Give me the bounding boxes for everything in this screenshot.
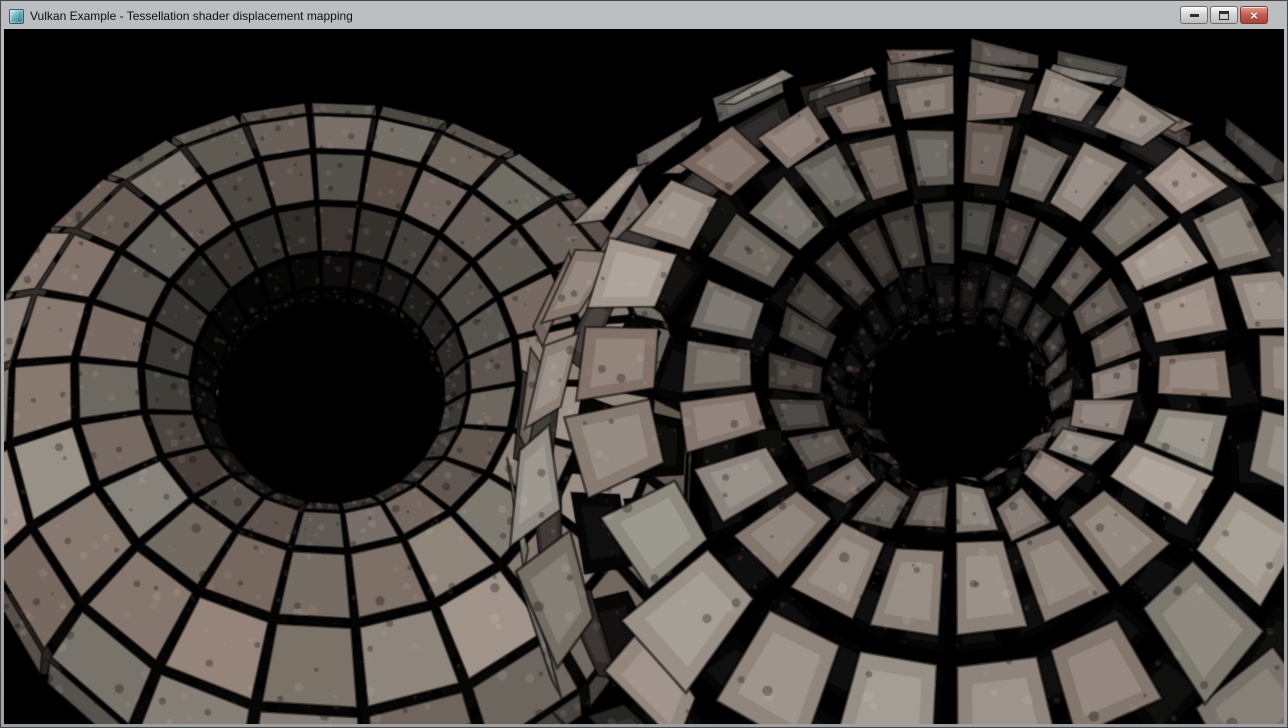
- close-button[interactable]: ×: [1240, 6, 1268, 24]
- window-icon[interactable]: [9, 9, 24, 24]
- render-viewport: [4, 29, 1284, 724]
- maximize-icon: [1219, 11, 1229, 20]
- minimize-icon: [1190, 14, 1199, 17]
- maximize-button[interactable]: [1210, 6, 1238, 24]
- viewport-canvas[interactable]: [4, 29, 1284, 724]
- app-window: Vulkan Example - Tessellation shader dis…: [0, 0, 1288, 728]
- window-title: Vulkan Example - Tessellation shader dis…: [30, 4, 1180, 29]
- minimize-button[interactable]: [1180, 6, 1208, 24]
- window-controls: ×: [1180, 6, 1268, 24]
- close-icon: ×: [1250, 9, 1258, 22]
- titlebar[interactable]: Vulkan Example - Tessellation shader dis…: [4, 4, 1284, 29]
